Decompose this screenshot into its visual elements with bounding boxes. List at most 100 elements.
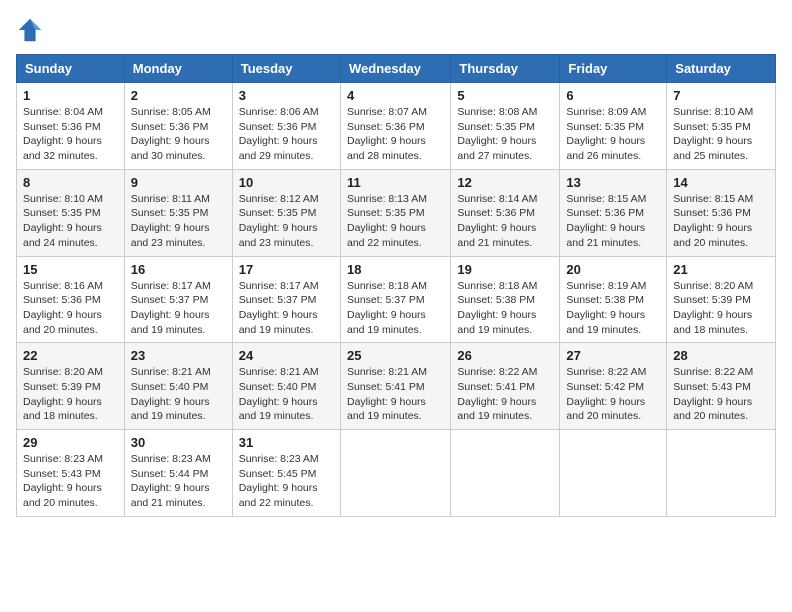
calendar-table: SundayMondayTuesdayWednesdayThursdayFrid… — [16, 54, 776, 517]
day-number: 28 — [673, 348, 769, 363]
day-number: 13 — [566, 175, 660, 190]
day-cell-16: 16Sunrise: 8:17 AM Sunset: 5:37 PM Dayli… — [124, 256, 232, 343]
day-number: 23 — [131, 348, 226, 363]
day-cell-31: 31 Sunrise: 8:23 AM Sunset: 5:45 PM Dayli… — [232, 430, 340, 517]
day-cell-17: 17Sunrise: 8:17 AM Sunset: 5:37 PM Dayli… — [232, 256, 340, 343]
calendar-week-3: 15Sunrise: 8:16 AM Sunset: 5:36 PM Dayli… — [17, 256, 776, 343]
day-number: 12 — [457, 175, 553, 190]
weekday-header-wednesday: Wednesday — [340, 55, 450, 83]
day-cell-21: 21Sunrise: 8:20 AM Sunset: 5:39 PM Dayli… — [667, 256, 776, 343]
day-number: 24 — [239, 348, 334, 363]
header — [16, 16, 776, 44]
day-detail: Sunrise: 8:04 AM Sunset: 5:36 PM Dayligh… — [23, 105, 118, 164]
day-detail: Sunrise: 8:10 AM Sunset: 5:35 PM Dayligh… — [673, 105, 769, 164]
day-detail: Sunrise: 8:17 AM Sunset: 5:37 PM Dayligh… — [131, 279, 226, 338]
calendar-week-4: 22 Sunrise: 8:20 AM Sunset: 5:39 PM Dayli… — [17, 343, 776, 430]
day-cell-11: 11Sunrise: 8:13 AM Sunset: 5:35 PM Dayli… — [340, 169, 450, 256]
day-cell-4: 4 Sunrise: 8:07 AM Sunset: 5:36 PM Daylig… — [340, 83, 450, 170]
day-number: 2 — [131, 88, 226, 103]
day-detail: Sunrise: 8:09 AM Sunset: 5:35 PM Dayligh… — [566, 105, 660, 164]
day-number: 25 — [347, 348, 444, 363]
page: SundayMondayTuesdayWednesdayThursdayFrid… — [0, 0, 792, 533]
calendar-week-2: 8Sunrise: 8:10 AM Sunset: 5:35 PM Daylig… — [17, 169, 776, 256]
day-number: 31 — [239, 435, 334, 450]
empty-cell — [340, 430, 450, 517]
weekday-header-thursday: Thursday — [451, 55, 560, 83]
day-detail: Sunrise: 8:06 AM Sunset: 5:36 PM Dayligh… — [239, 105, 334, 164]
day-number: 26 — [457, 348, 553, 363]
day-detail: Sunrise: 8:21 AM Sunset: 5:40 PM Dayligh… — [131, 365, 226, 424]
day-cell-29: 29 Sunrise: 8:23 AM Sunset: 5:43 PM Dayli… — [17, 430, 125, 517]
day-cell-22: 22 Sunrise: 8:20 AM Sunset: 5:39 PM Dayli… — [17, 343, 125, 430]
day-cell-12: 12 Sunrise: 8:14 AM Sunset: 5:36 PM Dayli… — [451, 169, 560, 256]
day-number: 5 — [457, 88, 553, 103]
day-detail: Sunrise: 8:22 AM Sunset: 5:41 PM Dayligh… — [457, 365, 553, 424]
day-detail: Sunrise: 8:18 AM Sunset: 5:38 PM Dayligh… — [457, 279, 553, 338]
day-number: 17 — [239, 262, 334, 277]
day-detail: Sunrise: 8:23 AM Sunset: 5:45 PM Dayligh… — [239, 452, 334, 511]
weekday-header-tuesday: Tuesday — [232, 55, 340, 83]
day-cell-13: 13 Sunrise: 8:15 AM Sunset: 5:36 PM Dayli… — [560, 169, 667, 256]
day-detail: Sunrise: 8:23 AM Sunset: 5:43 PM Dayligh… — [23, 452, 118, 511]
weekday-header-monday: Monday — [124, 55, 232, 83]
day-detail: Sunrise: 8:22 AM Sunset: 5:43 PM Dayligh… — [673, 365, 769, 424]
day-number: 4 — [347, 88, 444, 103]
day-detail: Sunrise: 8:14 AM Sunset: 5:36 PM Dayligh… — [457, 192, 553, 251]
day-number: 14 — [673, 175, 769, 190]
weekday-header-saturday: Saturday — [667, 55, 776, 83]
day-number: 11 — [347, 175, 444, 190]
day-detail: Sunrise: 8:05 AM Sunset: 5:36 PM Dayligh… — [131, 105, 226, 164]
day-detail: Sunrise: 8:12 AM Sunset: 5:35 PM Dayligh… — [239, 192, 334, 251]
day-cell-26: 26 Sunrise: 8:22 AM Sunset: 5:41 PM Dayli… — [451, 343, 560, 430]
day-cell-25: 25 Sunrise: 8:21 AM Sunset: 5:41 PM Dayli… — [340, 343, 450, 430]
day-number: 19 — [457, 262, 553, 277]
day-cell-3: 3 Sunrise: 8:06 AM Sunset: 5:36 PM Daylig… — [232, 83, 340, 170]
day-detail: Sunrise: 8:18 AM Sunset: 5:37 PM Dayligh… — [347, 279, 444, 338]
day-cell-23: 23 Sunrise: 8:21 AM Sunset: 5:40 PM Dayli… — [124, 343, 232, 430]
day-detail: Sunrise: 8:21 AM Sunset: 5:41 PM Dayligh… — [347, 365, 444, 424]
day-cell-18: 18 Sunrise: 8:18 AM Sunset: 5:37 PM Dayli… — [340, 256, 450, 343]
day-number: 9 — [131, 175, 226, 190]
day-cell-2: 2 Sunrise: 8:05 AM Sunset: 5:36 PM Daylig… — [124, 83, 232, 170]
day-number: 20 — [566, 262, 660, 277]
day-cell-19: 19 Sunrise: 8:18 AM Sunset: 5:38 PM Dayli… — [451, 256, 560, 343]
day-cell-1: 1 Sunrise: 8:04 AM Sunset: 5:36 PM Daylig… — [17, 83, 125, 170]
day-number: 8 — [23, 175, 118, 190]
empty-cell — [451, 430, 560, 517]
logo — [16, 16, 48, 44]
weekday-header-friday: Friday — [560, 55, 667, 83]
day-cell-14: 14Sunrise: 8:15 AM Sunset: 5:36 PM Dayli… — [667, 169, 776, 256]
day-cell-15: 15Sunrise: 8:16 AM Sunset: 5:36 PM Dayli… — [17, 256, 125, 343]
day-number: 18 — [347, 262, 444, 277]
empty-cell — [560, 430, 667, 517]
day-cell-24: 24 Sunrise: 8:21 AM Sunset: 5:40 PM Dayli… — [232, 343, 340, 430]
day-cell-27: 27 Sunrise: 8:22 AM Sunset: 5:42 PM Dayli… — [560, 343, 667, 430]
day-number: 6 — [566, 88, 660, 103]
day-detail: Sunrise: 8:16 AM Sunset: 5:36 PM Dayligh… — [23, 279, 118, 338]
day-cell-5: 5 Sunrise: 8:08 AM Sunset: 5:35 PM Daylig… — [451, 83, 560, 170]
day-detail: Sunrise: 8:15 AM Sunset: 5:36 PM Dayligh… — [566, 192, 660, 251]
day-cell-7: 7 Sunrise: 8:10 AM Sunset: 5:35 PM Daylig… — [667, 83, 776, 170]
day-detail: Sunrise: 8:22 AM Sunset: 5:42 PM Dayligh… — [566, 365, 660, 424]
day-cell-6: 6 Sunrise: 8:09 AM Sunset: 5:35 PM Daylig… — [560, 83, 667, 170]
day-detail: Sunrise: 8:20 AM Sunset: 5:39 PM Dayligh… — [23, 365, 118, 424]
day-detail: Sunrise: 8:19 AM Sunset: 5:38 PM Dayligh… — [566, 279, 660, 338]
day-number: 27 — [566, 348, 660, 363]
day-number: 22 — [23, 348, 118, 363]
calendar-week-1: 1 Sunrise: 8:04 AM Sunset: 5:36 PM Daylig… — [17, 83, 776, 170]
day-number: 29 — [23, 435, 118, 450]
day-cell-30: 30 Sunrise: 8:23 AM Sunset: 5:44 PM Dayli… — [124, 430, 232, 517]
day-detail: Sunrise: 8:21 AM Sunset: 5:40 PM Dayligh… — [239, 365, 334, 424]
day-number: 7 — [673, 88, 769, 103]
day-detail: Sunrise: 8:07 AM Sunset: 5:36 PM Dayligh… — [347, 105, 444, 164]
logo-icon — [16, 16, 44, 44]
empty-cell — [667, 430, 776, 517]
day-number: 3 — [239, 88, 334, 103]
weekday-header-sunday: Sunday — [17, 55, 125, 83]
day-number: 1 — [23, 88, 118, 103]
day-detail: Sunrise: 8:08 AM Sunset: 5:35 PM Dayligh… — [457, 105, 553, 164]
day-number: 30 — [131, 435, 226, 450]
day-number: 21 — [673, 262, 769, 277]
day-detail: Sunrise: 8:23 AM Sunset: 5:44 PM Dayligh… — [131, 452, 226, 511]
day-number: 10 — [239, 175, 334, 190]
